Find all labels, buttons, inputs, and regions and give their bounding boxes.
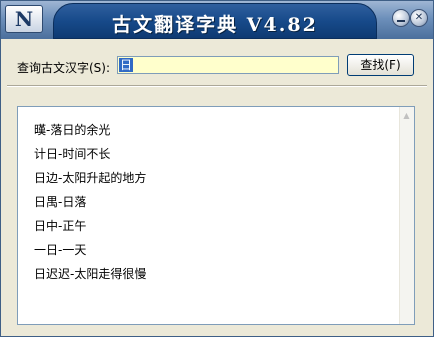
title-tab: 古文翻译字典 V4.82: [53, 3, 377, 39]
list-item[interactable]: 一日-一天: [34, 241, 86, 258]
divider: [7, 85, 427, 87]
app-window: N 古文翻译字典 V4.82 ✕ 查询古文汉字(S): 日 查找(F) 暵-落日…: [0, 0, 434, 337]
search-input[interactable]: [117, 56, 339, 74]
find-button[interactable]: 查找(F): [347, 54, 414, 76]
search-input-value[interactable]: 日: [119, 58, 134, 72]
results-list[interactable]: 暵-落日的余光 计日-时间不长 日边-太阳升起的地方 日禺-日落 日中-正午 一…: [17, 106, 415, 325]
title-bar[interactable]: N 古文翻译字典 V4.82 ✕: [1, 1, 433, 39]
window-title: 古文翻译字典 V4.82: [112, 14, 318, 36]
list-item[interactable]: 日边-太阳升起的地方: [34, 169, 146, 186]
minimize-icon[interactable]: [392, 9, 410, 27]
list-item[interactable]: 计日-时间不长: [34, 145, 110, 162]
list-item[interactable]: 日中-正午: [34, 217, 86, 234]
vertical-scrollbar[interactable]: ▲: [399, 107, 414, 324]
scroll-up-icon[interactable]: ▲: [402, 111, 411, 120]
search-label: 查询古文汉字(S):: [17, 61, 111, 75]
list-item[interactable]: 日禺-日落: [34, 193, 86, 210]
app-logo: N: [5, 5, 43, 33]
list-item[interactable]: 日迟迟-太阳走得很慢: [34, 265, 146, 282]
list-item[interactable]: 暵-落日的余光: [34, 121, 110, 138]
close-icon[interactable]: ✕: [410, 9, 428, 27]
